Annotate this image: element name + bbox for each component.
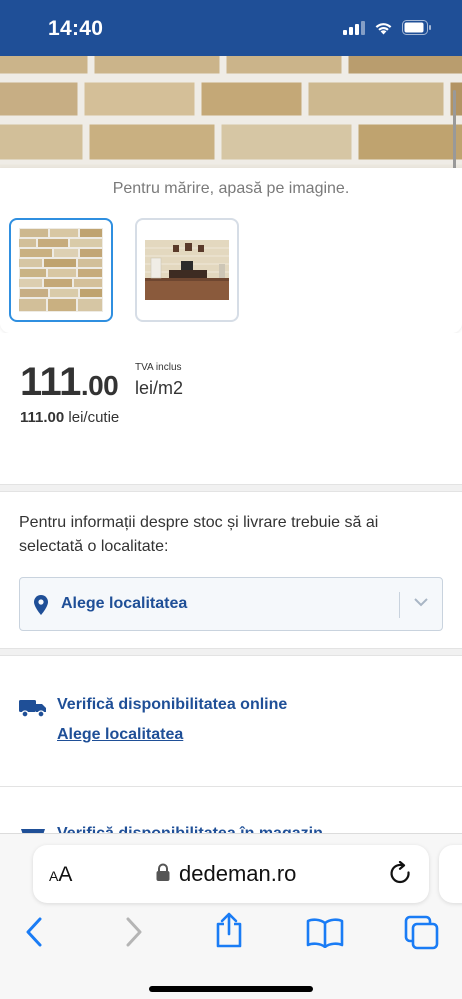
next-tab-preview[interactable] [439, 845, 462, 903]
tabs-icon[interactable] [404, 915, 440, 951]
bookmarks-icon[interactable] [306, 918, 344, 948]
room-interior-thumbnail [145, 228, 229, 312]
location-select[interactable]: Alege localitatea [19, 577, 443, 631]
price-section: 111.00 TVA inclus lei/m2 111.00 lei/cuti… [0, 333, 462, 485]
stock-section: Pentru informații despre stoc și livrare… [0, 493, 462, 648]
select-separator [399, 592, 400, 618]
box-price-unit: lei/cutie [68, 409, 120, 426]
price-per-box: 111.00 lei/cutie [20, 409, 119, 426]
zoom-hint: Pentru mărire, apasă pe imagine. [112, 180, 350, 197]
status-bar: 14:40 [0, 0, 462, 56]
browser-toolbar: AA dedeman.ro [0, 833, 462, 999]
thumbnail-room[interactable] [135, 218, 239, 322]
choose-location-link[interactable]: Alege localitatea [57, 726, 183, 744]
chevron-down-icon [414, 598, 428, 607]
forward-icon[interactable] [124, 916, 144, 948]
location-pin-icon [34, 595, 48, 615]
availability-online-title: Verifică disponibilitatea online [57, 696, 288, 713]
battery-icon [402, 20, 431, 35]
home-indicator [149, 986, 313, 992]
brick-wall-image [0, 56, 462, 168]
share-icon[interactable] [214, 912, 244, 948]
lock-icon [156, 863, 170, 881]
gallery: Pentru mărire, apasă pe imagine. [0, 168, 462, 333]
stock-info-text: Pentru informații despre stoc și livrare… [19, 514, 379, 555]
section-divider [0, 484, 462, 492]
reload-icon[interactable] [389, 861, 413, 887]
brick-wall-thumbnail [19, 228, 103, 312]
section-divider [0, 648, 462, 656]
price-main: 111.00 [20, 360, 119, 405]
cellular-signal-icon [343, 20, 365, 35]
price-decimals: .00 [80, 370, 119, 401]
status-time: 14:40 [48, 17, 104, 40]
price-unit: lei/m2 [135, 378, 184, 398]
vat-note: TVA inclus [135, 362, 182, 373]
availability-online: Verifică disponibilitatea online Alege l… [0, 656, 462, 786]
price-integer: 111 [20, 360, 81, 404]
status-icons [343, 20, 432, 35]
box-price-value: 111.00 [20, 409, 65, 426]
thumbnail-brick[interactable] [9, 218, 113, 322]
address-bar[interactable]: AA dedeman.ro [33, 845, 429, 903]
location-select-label: Alege localitatea [61, 595, 188, 612]
text-size-button[interactable]: AA [49, 863, 72, 887]
delivery-truck-icon [19, 700, 46, 718]
back-icon[interactable] [24, 916, 44, 948]
url-domain: dedeman.ro [179, 861, 297, 886]
wifi-icon [375, 22, 392, 34]
product-image[interactable] [0, 56, 462, 168]
